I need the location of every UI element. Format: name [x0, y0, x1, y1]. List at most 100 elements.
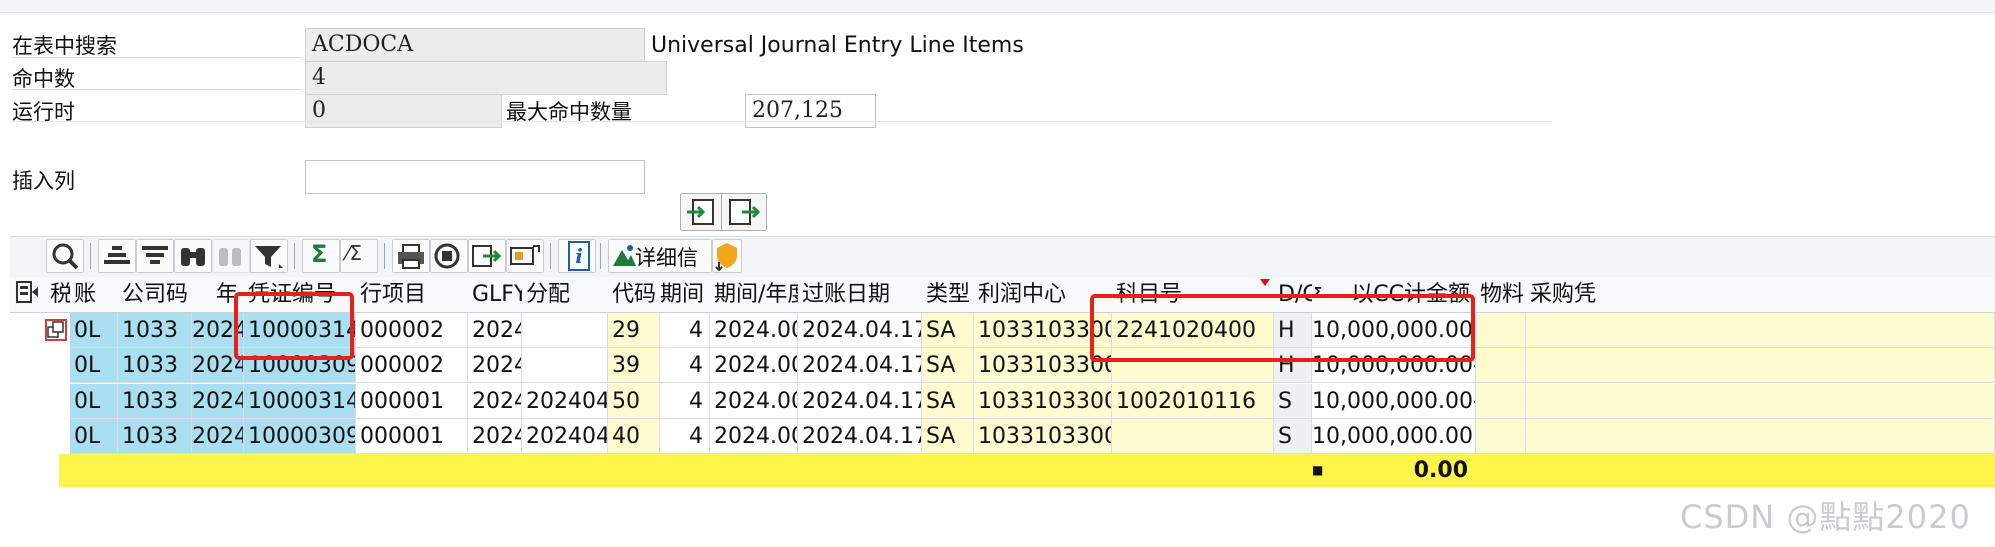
highlight-account-amounts	[1090, 294, 1475, 362]
cell-account[interactable]: 1002010116	[1112, 383, 1274, 419]
cell-assign[interactable]	[522, 348, 608, 384]
cell-material[interactable]	[1476, 313, 1526, 348]
cell-material[interactable]	[1476, 348, 1526, 384]
cell-item[interactable]: 000001	[356, 418, 468, 454]
cell-periodyear[interactable]: 2024.004	[710, 348, 798, 384]
cell-glfy[interactable]: 2024	[468, 383, 522, 419]
find-next-button[interactable]	[174, 239, 212, 273]
cell-company[interactable]: 1033	[118, 383, 192, 419]
cell-company[interactable]: 1033	[118, 313, 192, 348]
cell-profitcenter[interactable]: 1033103300	[974, 418, 1112, 454]
column-header-tax[interactable]: 税	[46, 277, 70, 313]
find-button[interactable]	[46, 239, 84, 273]
cell-docnum[interactable]: 100003147	[244, 383, 356, 419]
remove-column-button[interactable]	[721, 193, 767, 231]
table-name-field[interactable]: ACDOCA	[305, 28, 645, 62]
cell-purchase[interactable]	[1526, 418, 1995, 454]
cell-purchase[interactable]	[1526, 383, 1995, 419]
cell-dc[interactable]: S	[1274, 418, 1312, 454]
cell-postdate[interactable]: 2024.04.17	[798, 348, 922, 384]
cell-ledger[interactable]: 0L	[70, 383, 118, 419]
cell-type[interactable]: SA	[922, 313, 974, 348]
cell-assign[interactable]	[522, 313, 608, 348]
cell-ledger[interactable]: 0L	[70, 313, 118, 348]
cell-year[interactable]: 2024	[192, 418, 244, 454]
sort-ascending-button[interactable]	[98, 239, 136, 273]
cell-profitcenter[interactable]: 1033103300	[974, 383, 1112, 419]
column-header-periodyear[interactable]: 期间/年度	[710, 277, 798, 313]
cell-type[interactable]: SA	[922, 418, 974, 454]
subtotal-button[interactable]: ⁄Σ	[340, 239, 378, 273]
cell-periodyear[interactable]: 2024.004	[710, 383, 798, 419]
column-header-postdate[interactable]: 过账日期	[798, 277, 922, 313]
insert-column-button[interactable]	[680, 193, 726, 231]
column-header-code[interactable]: 代码	[608, 277, 660, 313]
export-button[interactable]	[468, 239, 506, 273]
cell-ledger[interactable]: 0L	[70, 348, 118, 384]
cell-period[interactable]: 4	[660, 383, 710, 419]
cell-code[interactable]: 29	[608, 313, 660, 348]
insert-column-input[interactable]	[305, 160, 645, 194]
column-header-period[interactable]: 期间	[660, 277, 710, 313]
layout-button[interactable]	[506, 239, 544, 273]
transfer-button[interactable]	[712, 239, 742, 273]
cell-assign[interactable]: 20240417	[522, 383, 608, 419]
window-top-bar	[0, 0, 1995, 13]
cell-account[interactable]	[1112, 418, 1274, 454]
cell-postdate[interactable]: 2024.04.17	[798, 313, 922, 348]
column-header-ledger[interactable]: 账	[70, 277, 118, 313]
cell-material[interactable]	[1476, 383, 1526, 419]
column-header-material[interactable]: 物料	[1476, 277, 1526, 313]
print-button[interactable]	[392, 239, 430, 273]
cell-postdate[interactable]: 2024.04.17	[798, 383, 922, 419]
filter-button[interactable]	[250, 239, 288, 273]
cell-assign[interactable]: 20240417	[522, 418, 608, 454]
cell-postdate[interactable]: 2024.04.17	[798, 418, 922, 454]
cell-period[interactable]: 4	[660, 313, 710, 348]
cell-amount[interactable]: 10,000,000.00	[1312, 418, 1476, 454]
cell-code[interactable]: 39	[608, 348, 660, 384]
max-hits-input[interactable]: 207,125	[745, 94, 876, 128]
cell-code[interactable]: 50	[608, 383, 660, 419]
cell-item[interactable]: 000001	[356, 383, 468, 419]
info-icon: i	[568, 241, 590, 271]
total-button[interactable]: Σ	[302, 239, 340, 273]
cell-item[interactable]: 000002	[356, 313, 468, 348]
funnel-icon	[255, 246, 283, 268]
cell-company[interactable]: 1033	[118, 418, 192, 454]
details-button[interactable]: 详细信息	[608, 239, 712, 300]
column-header-purchase[interactable]: 采购凭	[1526, 277, 1995, 313]
column-header-glfy[interactable]: GLFY	[468, 277, 522, 313]
cell-periodyear[interactable]: 2024.004	[710, 418, 798, 454]
column-header-item[interactable]: 行项目	[356, 277, 468, 313]
cell-period[interactable]: 4	[660, 418, 710, 454]
cell-ledger[interactable]: 0L	[70, 418, 118, 454]
cell-dc[interactable]: S	[1274, 383, 1312, 419]
views-button[interactable]	[430, 239, 468, 273]
hits-field: 4	[305, 61, 667, 95]
cell-purchase[interactable]	[1526, 313, 1995, 348]
cell-period[interactable]: 4	[660, 348, 710, 384]
column-header-assign[interactable]: 分配	[522, 277, 608, 313]
cell-item[interactable]: 000002	[356, 348, 468, 384]
cell-company[interactable]: 1033	[118, 348, 192, 384]
cell-amount[interactable]: 10,000,000.00-	[1312, 383, 1476, 419]
cell-docnum[interactable]: 100003096	[244, 418, 356, 454]
cell-year[interactable]: 2024	[192, 383, 244, 419]
cell-purchase[interactable]	[1526, 348, 1995, 384]
cell-type[interactable]: SA	[922, 348, 974, 384]
sort-descending-button[interactable]	[136, 239, 174, 273]
cell-type[interactable]: SA	[922, 383, 974, 419]
divider	[12, 121, 1552, 122]
cell-glfy[interactable]: 2024	[468, 313, 522, 348]
column-settings-icon	[16, 281, 38, 303]
layout-select-header[interactable]	[10, 277, 46, 313]
info-button[interactable]: i	[558, 239, 596, 273]
column-header-type[interactable]: 类型	[922, 277, 974, 313]
cell-periodyear[interactable]: 2024.004	[710, 313, 798, 348]
cell-glfy[interactable]: 2024	[468, 418, 522, 454]
cell-code[interactable]: 40	[608, 418, 660, 454]
cell-glfy[interactable]: 2024	[468, 348, 522, 384]
cell-material[interactable]	[1476, 418, 1526, 454]
column-header-company[interactable]: 公司码	[118, 277, 192, 313]
